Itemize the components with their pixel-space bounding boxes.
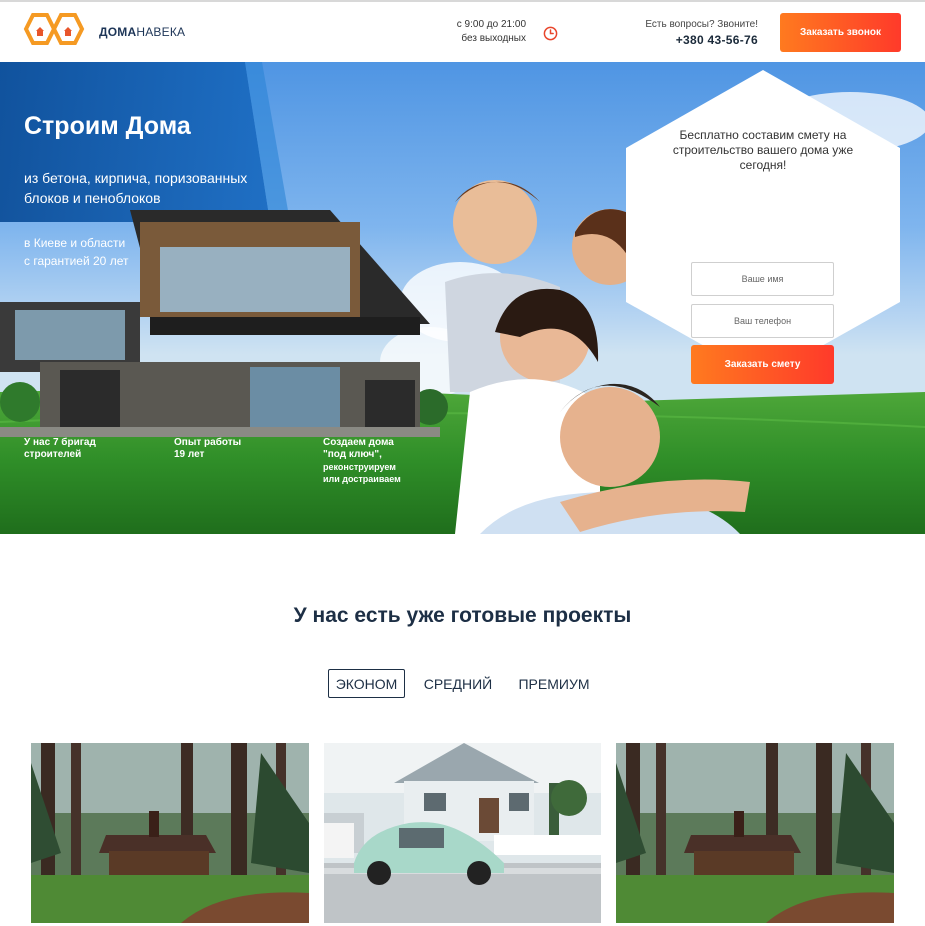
project-tabs: ЭКОНОМ СРЕДНИЙ ПРЕМИУМ	[0, 669, 925, 699]
tab-medium[interactable]: СРЕДНИЙ	[418, 669, 498, 698]
project-image	[31, 743, 309, 923]
clock-icon	[543, 26, 558, 41]
hero-subtitle: из бетона, кирпича, поризованных блоков …	[24, 170, 248, 206]
order-estimate-button[interactable]: Заказать смету	[691, 345, 834, 384]
phone-input[interactable]	[691, 304, 834, 338]
hours-days: без выходных	[461, 33, 526, 44]
hero-title: Строим Дома	[24, 112, 191, 140]
tab-premium[interactable]: ПРЕМИУМ	[512, 669, 596, 698]
tab-econom[interactable]: ЭКОНОМ	[328, 669, 405, 698]
project-card-cabin-1[interactable]	[31, 743, 309, 923]
contact-block: Есть вопросы? Звоните! +380 43-56-76	[640, 18, 758, 49]
logo-text[interactable]: ДОМАНАВЕКА	[99, 25, 185, 39]
phone-number[interactable]: +380 43-56-76	[640, 31, 758, 49]
project-card-car-house[interactable]	[324, 743, 601, 923]
order-call-button[interactable]: Заказать звонок	[780, 13, 901, 52]
hours-time: с 9:00 до 21:00	[456, 19, 526, 30]
stat-experience: Опыт работы 19 лет	[174, 437, 242, 460]
working-hours: с 9:00 до 21:00 без выходных	[440, 18, 526, 46]
project-image	[324, 743, 601, 923]
logo-hexagon-icon[interactable]	[22, 12, 86, 52]
name-input[interactable]	[691, 262, 834, 296]
form-title: Бесплатно составим смету на строительств…	[672, 128, 854, 172]
hero-region: в Киеве и области с гарантией 20 лет	[24, 236, 129, 268]
project-image	[616, 743, 894, 923]
projects-title: У нас есть уже готовые проекты	[293, 604, 632, 627]
site-header: ДОМАНАВЕКА с 9:00 до 21:00 без выходных …	[0, 2, 925, 62]
contact-question: Есть вопросы? Звоните!	[645, 19, 758, 30]
project-card-cabin-2[interactable]	[616, 743, 894, 923]
stat-brigades: У нас 7 бригад строителей	[24, 437, 96, 460]
stat-turnkey: Создаем дома "под ключ", реконструируем …	[323, 437, 401, 484]
